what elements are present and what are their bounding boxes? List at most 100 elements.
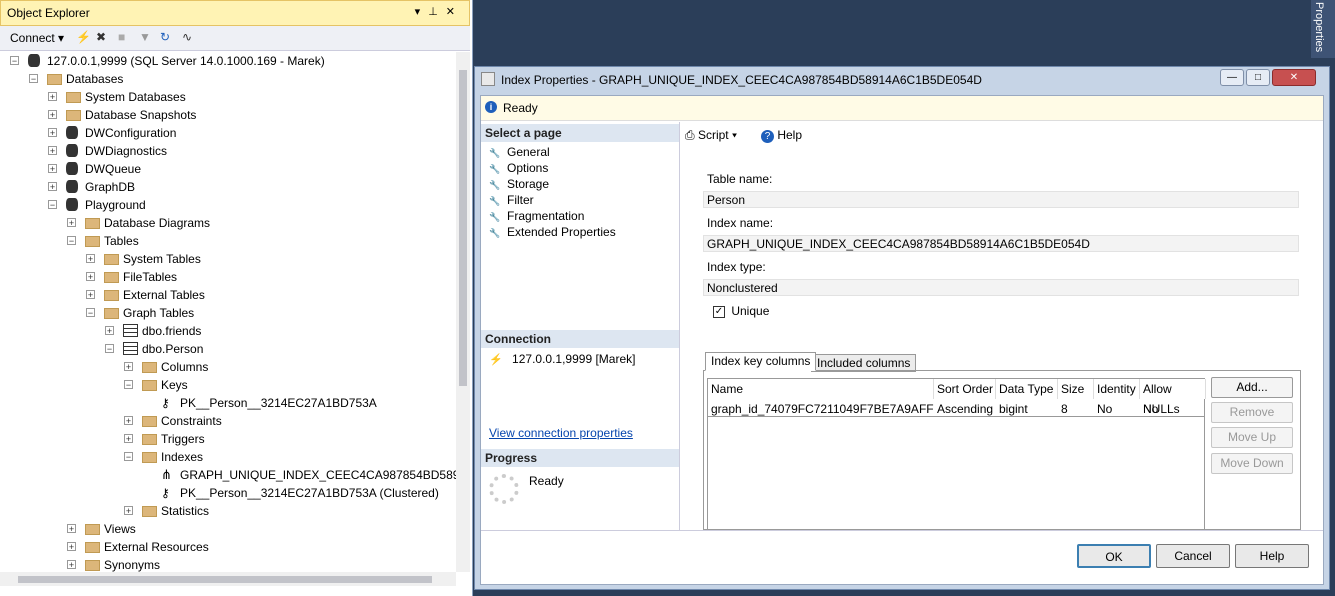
tree-node-label: Triggers <box>161 432 205 446</box>
collapse-icon[interactable]: − <box>29 74 38 84</box>
tree-node-label: dbo.Person <box>142 342 204 356</box>
expand-icon[interactable]: + <box>86 254 95 264</box>
folder-icon <box>104 290 119 301</box>
folder-icon <box>142 416 157 427</box>
unique-checkbox-row[interactable]: ✓ Unique <box>713 304 769 318</box>
folder-icon <box>66 110 81 121</box>
table-icon <box>123 324 138 337</box>
tree-node-label: DWQueue <box>85 162 142 176</box>
refresh-icon[interactable]: ↻ <box>160 30 170 44</box>
maximize-button[interactable]: □ <box>1246 69 1270 86</box>
progress-spinner-icon <box>489 474 519 504</box>
expand-icon[interactable]: + <box>124 416 133 426</box>
grid-cell[interactable]: 8 <box>1058 401 1094 417</box>
tree-node-label: 127.0.0.1,9999 (SQL Server 14.0.1000.169… <box>47 54 325 68</box>
connect-plug-icon[interactable]: ⚡ <box>76 30 91 44</box>
collapse-icon[interactable]: − <box>86 308 95 318</box>
grid-cell[interactable]: graph_id_74079FC7211049F7BE7A9AFF9C <box>708 401 934 417</box>
expand-icon[interactable]: + <box>48 110 57 120</box>
grid-column-header[interactable]: Allow NULLs <box>1140 379 1206 416</box>
page-item[interactable]: 🔧 Options <box>489 160 548 176</box>
close-icon[interactable]: ✕ <box>446 6 463 18</box>
tree-node-label: GraphDB <box>85 180 136 194</box>
expand-icon[interactable]: + <box>124 434 133 444</box>
expand-icon[interactable]: + <box>67 218 76 228</box>
grid-column-header[interactable]: Sort Order <box>934 379 996 399</box>
filter-icon[interactable]: ▼ <box>139 30 151 44</box>
collapse-icon[interactable]: − <box>48 200 57 210</box>
cancel-button[interactable]: Cancel <box>1156 544 1230 568</box>
page-item[interactable]: 🔧 Fragmentation <box>489 208 584 224</box>
grid-cell[interactable]: Ascending <box>934 401 996 417</box>
collapse-icon[interactable]: − <box>124 380 133 390</box>
page-item[interactable]: 🔧 General <box>489 144 550 160</box>
unique-checkbox[interactable]: ✓ <box>713 305 725 318</box>
dialog-help-button[interactable]: Help <box>1235 544 1309 568</box>
horizontal-scrollbar-thumb[interactable] <box>18 576 432 583</box>
dropdown-icon[interactable]: ▾ <box>415 6 429 18</box>
properties-side-tab[interactable]: Properties <box>1311 0 1335 58</box>
grid-cell[interactable]: No <box>1140 401 1206 417</box>
tree-node-label: DWDiagnostics <box>85 144 168 158</box>
expand-icon[interactable]: + <box>67 542 76 552</box>
grid-cell[interactable]: No <box>1094 401 1140 417</box>
collapse-icon[interactable]: − <box>10 56 19 66</box>
expand-icon[interactable]: + <box>86 272 95 282</box>
tree-node-label: Tables <box>104 234 139 248</box>
stop-icon[interactable]: ■ <box>118 30 125 44</box>
wrench-icon: 🔧 <box>489 212 501 222</box>
connection-value: 127.0.0.1,9999 [Marek] <box>512 352 636 366</box>
page-item[interactable]: 🔧 Extended Properties <box>489 224 616 240</box>
grid-column-header[interactable]: Name <box>708 379 934 399</box>
expand-icon[interactable]: + <box>67 524 76 534</box>
expand-icon[interactable]: + <box>48 146 57 156</box>
tree-node-label: Graph Tables <box>123 306 195 320</box>
collapse-icon[interactable]: − <box>105 344 114 354</box>
folder-icon <box>104 254 119 265</box>
index-key-columns-grid[interactable]: Name Sort Order Data Type Size Identity Allow… <box>707 378 1206 530</box>
connect-button[interactable]: Connect ▾ <box>10 31 64 45</box>
expand-icon[interactable]: + <box>48 92 57 102</box>
ok-button[interactable]: OK <box>1077 544 1151 568</box>
tree-node-label: FileTables <box>123 270 178 284</box>
collapse-icon[interactable]: − <box>124 452 133 462</box>
folder-icon <box>142 506 157 517</box>
minimize-button[interactable]: — <box>1220 69 1244 86</box>
help-toolbar-button[interactable]: ? Help <box>761 126 802 144</box>
expand-icon[interactable]: + <box>48 164 57 174</box>
expand-icon[interactable]: + <box>105 326 114 336</box>
tree-node-label: External Tables <box>123 288 205 302</box>
expand-icon[interactable]: + <box>124 362 133 372</box>
tab-index-key-columns[interactable]: Index key columns <box>705 352 817 371</box>
server-icon <box>28 54 40 67</box>
script-button[interactable]: ⎙ Script ▾ <box>685 126 737 144</box>
page-item[interactable]: 🔧 Filter <box>489 192 534 208</box>
expand-icon[interactable]: + <box>124 506 133 516</box>
grid-column-header[interactable]: Identity <box>1094 379 1140 399</box>
vertical-scrollbar-thumb[interactable] <box>459 70 467 386</box>
expand-icon[interactable]: + <box>67 560 76 570</box>
collapse-icon[interactable]: − <box>67 236 76 246</box>
move-down-button[interactable]: Move Down <box>1211 453 1293 474</box>
remove-button[interactable]: Remove <box>1211 402 1293 423</box>
view-connection-properties-link[interactable]: View connection properties <box>489 426 633 440</box>
grid-column-header[interactable]: Data Type <box>996 379 1058 399</box>
close-button[interactable]: ✕ <box>1272 69 1316 86</box>
expand-icon[interactable]: + <box>86 290 95 300</box>
folder-icon <box>66 92 81 103</box>
move-up-button[interactable]: Move Up <box>1211 427 1293 448</box>
page-item-label: General <box>507 145 550 159</box>
index-type-label: Index type: <box>707 260 766 274</box>
page-item-label: Options <box>507 161 549 175</box>
add-button[interactable]: Add... <box>1211 377 1293 398</box>
page-item[interactable]: 🔧 Storage <box>489 176 549 192</box>
script-label: Script <box>697 128 729 142</box>
disconnect-icon[interactable]: ✖ <box>96 30 106 44</box>
activity-monitor-icon[interactable]: ∿ <box>182 30 192 44</box>
connect-label: Connect <box>10 31 55 45</box>
expand-icon[interactable]: + <box>48 128 57 138</box>
expand-icon[interactable]: + <box>48 182 57 192</box>
pin-icon[interactable]: ⊥ <box>428 6 446 18</box>
grid-cell[interactable]: bigint <box>996 401 1058 417</box>
grid-column-header[interactable]: Size <box>1058 379 1094 399</box>
